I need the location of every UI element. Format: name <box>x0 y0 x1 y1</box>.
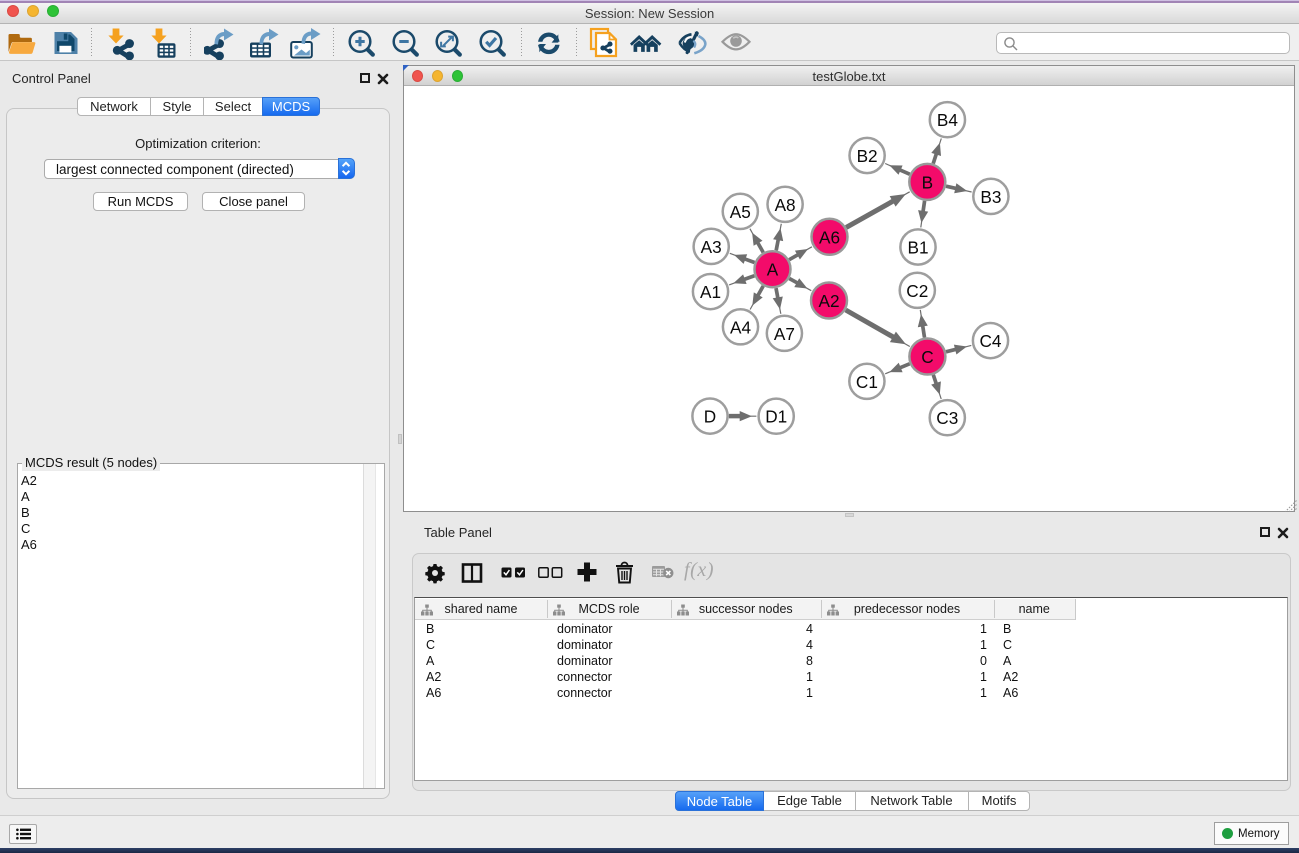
svg-text:A3: A3 <box>701 237 722 257</box>
svg-text:A7: A7 <box>774 324 795 344</box>
svg-text:A2: A2 <box>818 291 839 311</box>
svg-text:C: C <box>921 347 933 367</box>
svg-text:B2: B2 <box>857 146 878 166</box>
svg-text:A8: A8 <box>775 195 796 215</box>
svg-text:C4: C4 <box>980 331 1002 351</box>
svg-text:B4: B4 <box>937 110 958 130</box>
svg-text:A: A <box>767 260 779 280</box>
svg-text:C3: C3 <box>936 408 958 428</box>
svg-text:D1: D1 <box>765 407 787 427</box>
svg-text:A5: A5 <box>730 202 751 222</box>
svg-text:D: D <box>704 407 716 427</box>
svg-text:A6: A6 <box>819 227 840 247</box>
svg-text:B1: B1 <box>907 238 928 258</box>
svg-text:A4: A4 <box>730 317 751 337</box>
svg-text:A1: A1 <box>700 282 721 302</box>
svg-text:C1: C1 <box>856 372 878 392</box>
svg-text:B: B <box>922 172 933 192</box>
svg-text:C2: C2 <box>906 281 928 301</box>
svg-text:B3: B3 <box>980 187 1001 207</box>
